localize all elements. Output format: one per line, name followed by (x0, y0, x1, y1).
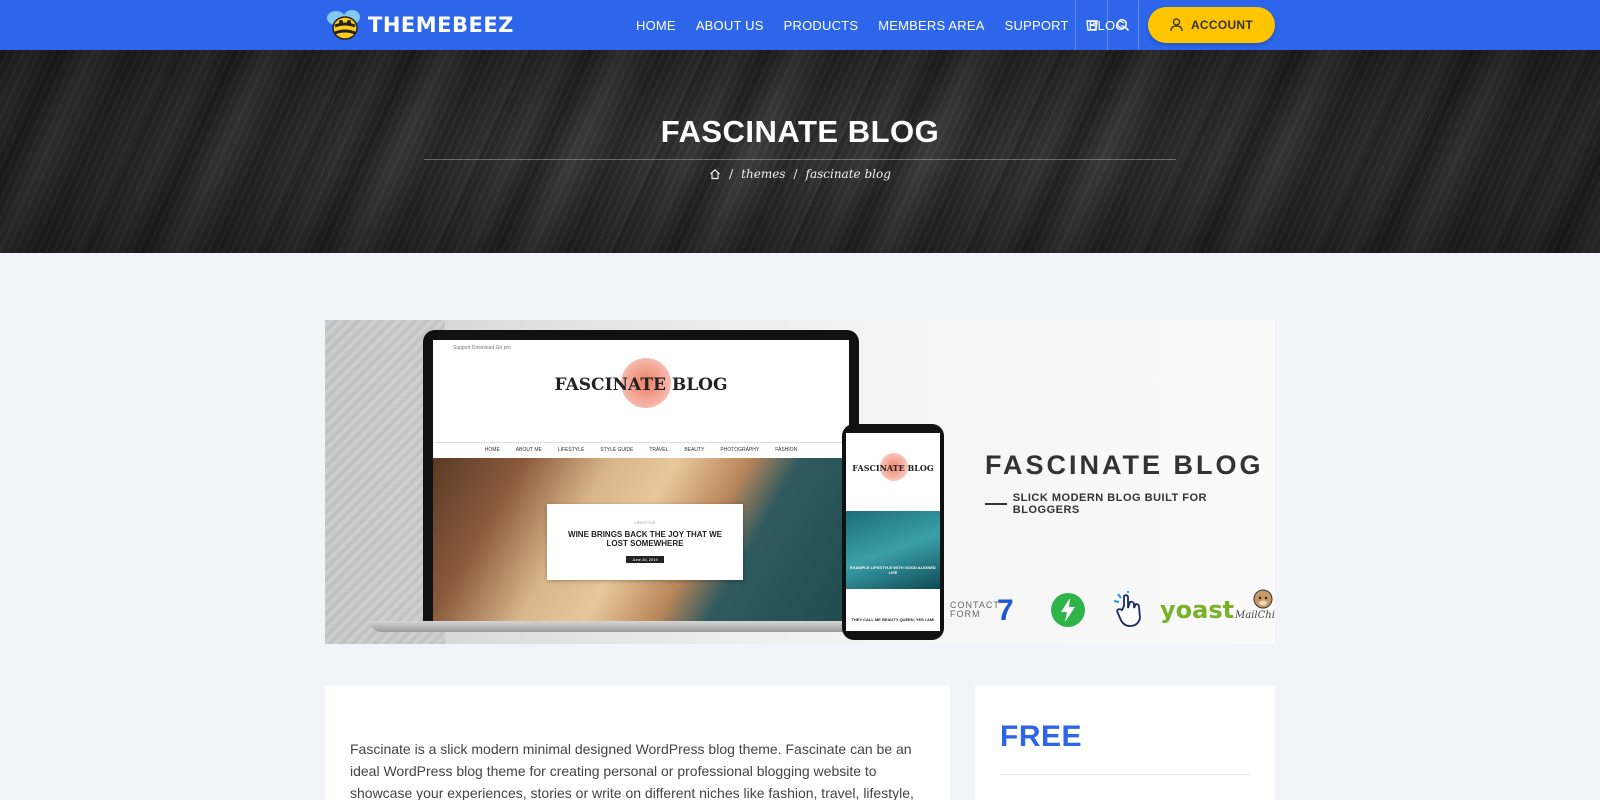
nav-about-us[interactable]: ABOUT US (696, 18, 764, 33)
account-button[interactable]: ACCOUNT (1148, 7, 1275, 43)
page-hero: FASCINATE BLOG / themes / fascinate blog (0, 50, 1600, 253)
laptop-base (370, 621, 900, 632)
main-nav: HOME ABOUT US PRODUCTS MEMBERS AREA SUPP… (636, 0, 1146, 50)
mockup-menu-item: STYLE GUIDE (600, 447, 634, 453)
mockup-post-card: LIFESTYLE WINE BRINGS BACK THE JOY THAT … (547, 504, 743, 580)
banner-subtitle: SLICK MODERN BLOG BUILT FOR BLOGGERS (985, 492, 1275, 516)
page-title: FASCINATE BLOG (660, 114, 940, 149)
mockup-menu-item: ABOUT ME (515, 447, 542, 453)
mockup-menu-item: PHOTOGRAPHY (720, 447, 760, 453)
phone-screen: FASCINATE BLOG EXAMPLE LIFESTYLE WITH GO… (846, 433, 940, 631)
mockup-post-date: June 26, 2019 (626, 556, 664, 563)
search-button[interactable] (1107, 0, 1139, 50)
theme-description: Fascinate is a slick modern minimal desi… (350, 741, 914, 800)
user-icon (1170, 18, 1183, 32)
mockup-menu-item: TRAVEL (649, 447, 669, 453)
breadcrumb-current: fascinate blog (805, 167, 891, 181)
mailchimp-logo: MailChimp (1235, 588, 1275, 632)
mockup-menu: HOME ABOUT ME LIFESTYLE STYLE GUIDE TRAV… (433, 447, 849, 453)
phone-mockup: FASCINATE BLOG EXAMPLE LIFESTYLE WITH GO… (842, 424, 944, 640)
cart-button[interactable] (1075, 0, 1107, 50)
account-label: ACCOUNT (1190, 18, 1254, 32)
nav-support[interactable]: SUPPORT (1005, 18, 1069, 33)
pricing-divider (1000, 774, 1250, 775)
theme-banner-image: Support Download Go pro FASCINATE BLOG H… (325, 320, 1275, 644)
mockup-logo: FASCINATE BLOG (554, 375, 728, 395)
pricing-card: FREE (975, 686, 1275, 800)
phone-mockup-caption-2: THEY CALL ME BEAUTY QUEEN, YES I AM! (851, 617, 935, 622)
nav-products[interactable]: PRODUCTS (784, 18, 859, 33)
hero-divider (424, 159, 1176, 160)
mockup-menu-item: FASHION (775, 447, 798, 453)
mockup-menu-item: BEAUTY (684, 447, 705, 453)
mockup-menu-item: HOME (484, 447, 500, 453)
banner-title: FASCINATE BLOG (985, 450, 1264, 480)
mailchimp-monkey-icon (1253, 589, 1273, 609)
site-header: THEMEBEEZ HOME ABOUT US PRODUCTS MEMBERS… (0, 0, 1600, 50)
site-logo[interactable]: THEMEBEEZ (324, 8, 514, 42)
pointer-hand-icon (1110, 588, 1150, 632)
theme-description-card: Fascinate is a slick modern minimal desi… (325, 686, 950, 800)
home-icon[interactable] (709, 168, 721, 180)
breadcrumb: / themes / fascinate blog (0, 167, 1600, 181)
yoast-logo: yoast (1160, 596, 1235, 624)
breadcrumb-separator: / (729, 167, 734, 181)
nav-home[interactable]: HOME (636, 18, 676, 33)
mockup-post-title: WINE BRINGS BACK THE JOY THAT WE LOST SO… (568, 530, 722, 548)
bee-logo-icon (324, 8, 366, 42)
breadcrumb-themes[interactable]: themes (741, 167, 785, 181)
price-label: FREE (1000, 720, 1083, 753)
phone-mockup-photo (846, 511, 940, 589)
jetpack-icon (1050, 588, 1086, 632)
plugin-logos: CONTACT FORM 7 yoast MailChi (950, 588, 1275, 632)
brand-name: THEMEBEEZ (368, 13, 514, 37)
mockup-post-category: LIFESTYLE (634, 520, 656, 525)
laptop-mockup: Support Download Go pro FASCINATE BLOG H… (423, 330, 859, 624)
contact-form-7-logo: CONTACT FORM 7 (950, 593, 1015, 627)
breadcrumb-separator: / (793, 167, 798, 181)
nav-members-area[interactable]: MEMBERS AREA (878, 18, 984, 33)
search-icon (1116, 18, 1130, 32)
laptop-screen: Support Download Go pro FASCINATE BLOG H… (433, 340, 849, 624)
mockup-top-links: Support Download Go pro (453, 345, 511, 351)
phone-mockup-logo: FASCINATE BLOG (852, 463, 934, 473)
cart-icon (1085, 20, 1098, 31)
phone-mockup-caption: EXAMPLE LIFESTYLE WITH GOOD ALIGNED LIFE (850, 565, 936, 575)
mockup-menu-item: LIFESTYLE (557, 447, 585, 453)
